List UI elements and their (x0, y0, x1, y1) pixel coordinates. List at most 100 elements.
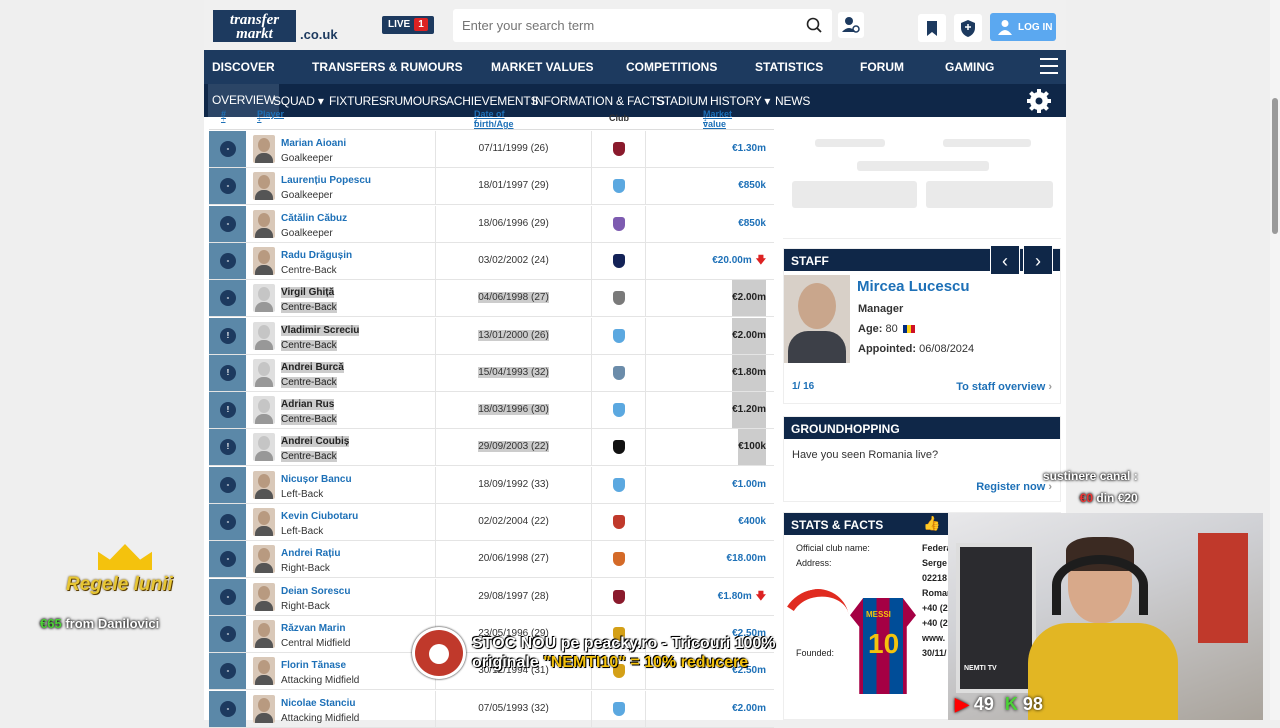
club-crest-icon[interactable] (592, 504, 646, 540)
market-value[interactable]: €2.00m (732, 691, 766, 727)
club-button[interactable] (954, 14, 982, 42)
market-value[interactable]: €1.20m (732, 392, 766, 429)
player-photo[interactable] (253, 433, 275, 462)
register-link[interactable]: Register now › (976, 481, 1052, 493)
menu-icon[interactable] (1040, 58, 1058, 74)
staff-next-button[interactable]: › (1023, 245, 1053, 275)
nav-transfers[interactable]: TRANSFERS & RUMOURS (312, 60, 463, 74)
advanced-search-icon[interactable] (838, 12, 864, 38)
market-value[interactable]: €850k (738, 168, 766, 204)
player-photo[interactable] (253, 582, 275, 611)
market-value[interactable]: €850k (738, 206, 766, 242)
club-crest-icon[interactable] (592, 280, 646, 317)
tab-rumours[interactable]: RUMOURS (386, 94, 447, 108)
header-number[interactable]: # ↑ (221, 109, 226, 123)
club-crest-icon[interactable] (592, 131, 646, 167)
shirt-number: - (220, 588, 236, 605)
market-value[interactable]: €400k (738, 504, 766, 540)
player-photo[interactable] (253, 321, 275, 350)
nav-market-values[interactable]: MARKET VALUES (491, 60, 593, 74)
market-value[interactable]: €100k (738, 429, 766, 466)
nav-competitions[interactable]: COMPETITIONS (626, 60, 717, 74)
manager-name[interactable]: Mircea Lucescu (857, 278, 970, 295)
nav-forum[interactable]: FORUM (860, 60, 904, 74)
player-name[interactable]: Andrei Burcă (281, 361, 344, 373)
player-name[interactable]: Nicușor Bancu (281, 474, 352, 485)
player-name[interactable]: Kevin Ciubotaru (281, 511, 358, 522)
player-photo[interactable] (253, 508, 275, 536)
market-value[interactable]: €18.00m (727, 541, 766, 577)
staff-overview-link[interactable]: To staff overview › (956, 381, 1052, 393)
search-icon[interactable] (806, 17, 822, 33)
market-value[interactable]: €1.80m (732, 354, 766, 391)
player-name[interactable]: Vladimir Screciu (281, 324, 360, 336)
tab-squad[interactable]: SQUAD ▾ (273, 94, 324, 108)
club-crest-icon[interactable] (592, 317, 646, 354)
club-crest-icon[interactable] (592, 690, 646, 727)
player-name[interactable]: Andrei Rațiu (281, 548, 340, 559)
player-photo[interactable] (253, 545, 275, 574)
tab-history[interactable]: HISTORY ▾ (710, 94, 770, 108)
market-value[interactable]: €2.00m (732, 280, 766, 317)
transfermarkt-logo[interactable]: transfer markt (213, 10, 296, 42)
scrollbar[interactable] (1270, 0, 1280, 720)
club-crest-icon[interactable] (592, 242, 646, 279)
market-value[interactable]: €1.30m (732, 131, 766, 167)
header-player[interactable]: Player ↓ (257, 109, 284, 123)
market-value[interactable]: €20.00m 🡇 (712, 243, 766, 279)
tab-news[interactable]: NEWS (775, 94, 810, 108)
tab-achievements[interactable]: ACHIEVEMENTS (446, 94, 538, 108)
club-crest-icon[interactable] (592, 354, 646, 391)
player-name[interactable]: Marian Aioani (281, 138, 346, 149)
market-value[interactable]: €1.00m (732, 467, 766, 503)
player-name[interactable]: Răzvan Marin (281, 623, 345, 634)
search-input[interactable] (453, 9, 783, 42)
tab-stadium[interactable]: STADIUM (656, 94, 708, 108)
manager-photo[interactable] (784, 275, 850, 363)
player-photo[interactable] (253, 209, 275, 238)
player-name[interactable]: Nicolae Stanciu (281, 698, 355, 709)
club-crest-icon[interactable] (592, 466, 646, 503)
club-crest-icon[interactable] (592, 168, 646, 205)
tab-fixtures[interactable]: FIXTURES (329, 94, 387, 108)
player-name[interactable]: Florin Tănase (281, 660, 346, 671)
player-photo[interactable] (253, 694, 275, 723)
settings-gear-icon[interactable] (1026, 88, 1052, 114)
header-dob[interactable]: Date of birth/Age ↓ (474, 109, 514, 129)
player-name[interactable]: Adrian Rus (281, 399, 335, 411)
nav-discover[interactable]: DISCOVER (212, 60, 275, 74)
player-photo[interactable] (253, 246, 275, 275)
player-photo[interactable] (253, 657, 275, 686)
player-name[interactable]: Deian Sorescu (281, 586, 350, 597)
live-button[interactable]: LIVE 1 (382, 16, 434, 34)
tab-information-facts[interactable]: INFORMATION & FACTS (532, 94, 665, 108)
club-crest-icon[interactable] (592, 205, 646, 242)
club-crest-icon[interactable] (592, 541, 646, 578)
header-market-value[interactable]: Market value ↓ (703, 109, 732, 129)
player-photo[interactable] (253, 396, 275, 425)
staff-prev-button[interactable]: ‹ (990, 245, 1020, 275)
player-name[interactable]: Cătălin Căbuz (281, 213, 347, 224)
club-crest-icon[interactable] (592, 392, 646, 429)
player-photo[interactable] (253, 358, 275, 387)
scrollbar-thumb[interactable] (1272, 98, 1278, 234)
login-button[interactable]: LOG IN (990, 13, 1056, 41)
player-photo[interactable] (253, 284, 275, 313)
watchlist-button[interactable] (918, 14, 946, 42)
player-name[interactable]: Virgil Ghiță (281, 287, 335, 299)
nav-gaming[interactable]: GAMING (945, 60, 994, 74)
market-value[interactable]: €2.00m (732, 317, 766, 354)
market-value[interactable]: €1.80m 🡇 (718, 579, 766, 615)
player-photo[interactable] (253, 172, 275, 201)
player-name[interactable]: Andrei Coubiș (281, 436, 350, 448)
nav-statistics[interactable]: STATISTICS (755, 60, 823, 74)
domain-suffix[interactable]: .co.uk (300, 27, 338, 42)
player-photo[interactable] (253, 619, 275, 648)
club-crest-icon[interactable] (592, 429, 646, 466)
player-name[interactable]: Laurențiu Popescu (281, 175, 371, 186)
player-photo[interactable] (253, 135, 275, 163)
player-name[interactable]: Radu Drăgușin (281, 250, 352, 261)
player-photo[interactable] (253, 470, 275, 499)
table-row: - Marian Aioani Goalkeeper 07/11/1999 (26) €… (209, 131, 774, 168)
club-crest-icon[interactable] (592, 578, 646, 615)
